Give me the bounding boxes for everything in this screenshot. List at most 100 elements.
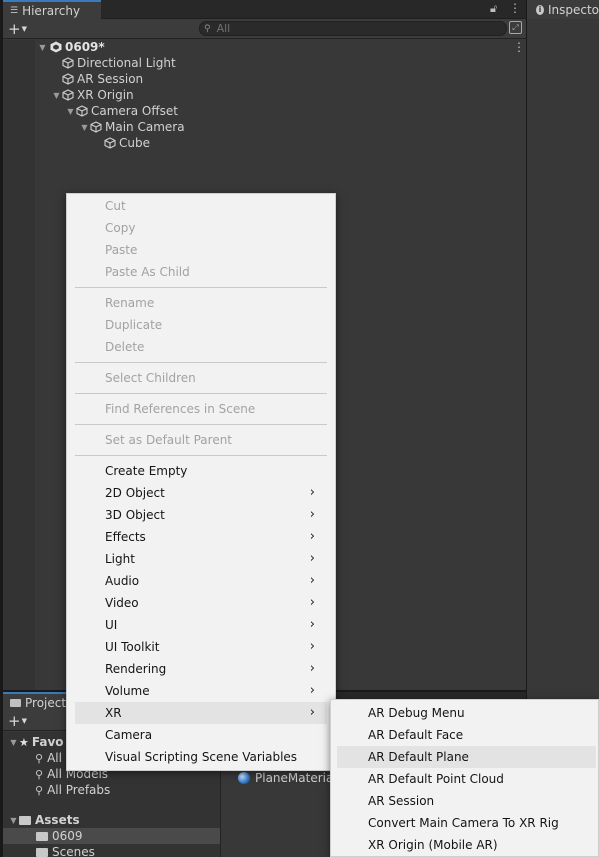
hierarchy-item[interactable]: Cube: [104, 135, 150, 151]
more-options-icon[interactable]: ⋮: [509, 1, 521, 15]
foldout-expanded-icon[interactable]: ▼: [51, 91, 62, 100]
cube-icon: [62, 73, 74, 85]
tab-project[interactable]: Project: [3, 692, 73, 711]
menu-item-create-empty[interactable]: Create Empty: [75, 460, 327, 482]
submenu-item-label: Convert Main Camera To XR Rig: [368, 816, 559, 830]
menu-item-paste-as-child[interactable]: Paste As Child: [75, 261, 327, 283]
menu-item-camera[interactable]: Camera: [75, 724, 327, 746]
info-icon: i: [536, 4, 544, 15]
favorites-label: Favo: [31, 735, 64, 749]
menu-item-label: Set as Default Parent: [105, 433, 233, 447]
scene-row[interactable]: ▼ 0609*: [37, 39, 104, 55]
menu-item-set-as-default-parent[interactable]: Set as Default Parent: [75, 429, 327, 451]
asset-item[interactable]: PlaneMateria: [238, 770, 333, 786]
submenu-item-ar-default-point-cloud[interactable]: AR Default Point Cloud: [337, 768, 596, 790]
material-icon: [238, 772, 250, 784]
scene-visibility-icon[interactable]: ⤢: [509, 21, 522, 34]
submenu-item-ar-default-face[interactable]: AR Default Face: [337, 724, 596, 746]
submenu-item-label: AR Default Face: [368, 728, 464, 742]
hierarchy-item-label: XR Origin: [77, 88, 134, 102]
dropdown-arrow-icon: ▼: [21, 717, 27, 725]
menu-item-label: Duplicate: [105, 318, 163, 332]
favorite-item[interactable]: ⚲ All Prefabs: [35, 782, 110, 798]
foldout-expanded-icon[interactable]: ▼: [8, 738, 19, 747]
hierarchy-item[interactable]: AR Session: [62, 71, 143, 87]
submenu-item-convert-main-camera-to-xr-rig[interactable]: Convert Main Camera To XR Rig: [337, 812, 596, 834]
foldout-expanded-icon[interactable]: ▼: [79, 123, 90, 132]
menu-item-visual-scripting-scene-variables[interactable]: Visual Scripting Scene Variables: [75, 746, 327, 768]
asset-folder-label: 0609: [52, 829, 83, 843]
tab-inspector-label: Inspecto: [547, 2, 599, 17]
favorites-row[interactable]: ▼ ★ Favo: [8, 734, 64, 750]
menu-item-ui[interactable]: UI ›: [75, 614, 327, 636]
submenu-item-label: AR Debug Menu: [368, 706, 465, 720]
lock-icon[interactable]: 🔓︎: [490, 2, 497, 16]
menu-item-3d-object[interactable]: 3D Object ›: [75, 504, 327, 526]
menu-item-2d-object[interactable]: 2D Object ›: [75, 482, 327, 504]
hierarchy-search-input[interactable]: ⚲ All: [199, 21, 507, 36]
menu-item-ui-toolkit[interactable]: UI Toolkit ›: [75, 636, 327, 658]
menu-item-cut[interactable]: Cut: [75, 195, 327, 217]
submenu-item-ar-debug-menu[interactable]: AR Debug Menu: [337, 702, 596, 724]
menu-separator: [75, 287, 327, 288]
menu-item-video[interactable]: Video ›: [75, 592, 327, 614]
tab-inspector[interactable]: i Inspecto: [527, 0, 599, 19]
submenu-item-ar-default-plane[interactable]: AR Default Plane: [337, 746, 596, 768]
assets-row[interactable]: ▼ Assets: [8, 812, 79, 828]
menu-item-rename[interactable]: Rename: [75, 292, 327, 314]
favorite-item[interactable]: ⚲ All: [35, 750, 62, 766]
menu-item-select-children[interactable]: Select Children: [75, 367, 327, 389]
favorite-item-label: All Prefabs: [47, 783, 111, 797]
tab-hierarchy-label: Hierarchy: [22, 3, 81, 18]
project-create-button[interactable]: +▼: [8, 712, 27, 730]
menu-item-label: Visual Scripting Scene Variables: [105, 750, 298, 764]
menu-item-label: Camera: [105, 728, 153, 742]
hierarchy-item[interactable]: ▼ Main Camera: [79, 119, 184, 135]
menu-item-label: 3D Object: [105, 508, 165, 522]
foldout-expanded-icon[interactable]: ▼: [8, 816, 19, 825]
hierarchy-item[interactable]: ▼ XR Origin: [51, 87, 134, 103]
folder-icon: [36, 847, 48, 857]
folder-icon: [36, 831, 48, 841]
hierarchy-tab-bar: ☰ Hierarchy 🔓︎ ⋮: [3, 0, 526, 19]
chevron-right-icon: ›: [309, 507, 315, 522]
menu-item-label: UI Toolkit: [105, 640, 160, 654]
menu-item-delete[interactable]: Delete: [75, 336, 327, 358]
hierarchy-item-label: Cube: [119, 136, 150, 150]
cube-icon: [104, 137, 116, 149]
menu-item-light[interactable]: Light ›: [75, 548, 327, 570]
chevron-right-icon: ›: [309, 485, 315, 500]
menu-item-label: Rendering: [105, 662, 167, 676]
menu-item-copy[interactable]: Copy: [75, 217, 327, 239]
menu-separator: [75, 362, 327, 363]
foldout-expanded-icon[interactable]: ▼: [37, 43, 48, 52]
asset-folder[interactable]: Scenes: [36, 844, 95, 857]
submenu-item-ar-session[interactable]: AR Session: [337, 790, 596, 812]
search-icon: ⚲: [204, 23, 211, 34]
foldout-expanded-icon[interactable]: ▼: [65, 107, 76, 116]
scene-more-icon[interactable]: ⋮: [513, 40, 525, 54]
asset-folder-selected[interactable]: 0609: [3, 828, 220, 844]
menu-item-effects[interactable]: Effects ›: [75, 526, 327, 548]
menu-item-audio[interactable]: Audio ›: [75, 570, 327, 592]
asset-folder-label: Scenes: [52, 845, 95, 857]
create-button[interactable]: +▼: [8, 20, 27, 38]
menu-item-volume[interactable]: Volume ›: [75, 680, 327, 702]
menu-item-rendering[interactable]: Rendering ›: [75, 658, 327, 680]
chevron-right-icon: ›: [309, 617, 315, 632]
hierarchy-item[interactable]: Directional Light: [62, 55, 176, 71]
submenu-item-xr-origin-mobile-ar[interactable]: XR Origin (Mobile AR): [337, 834, 596, 856]
hierarchy-item[interactable]: ▼ Camera Offset: [65, 103, 178, 119]
tab-hierarchy[interactable]: ☰ Hierarchy: [3, 0, 101, 19]
search-icon: ⚲: [35, 783, 44, 797]
menu-item-paste[interactable]: Paste: [75, 239, 327, 261]
menu-item-find-references-in-scene[interactable]: Find References in Scene: [75, 398, 327, 420]
menu-separator: [75, 393, 327, 394]
tab-project-label: Project: [25, 695, 67, 710]
chevron-right-icon: ›: [309, 529, 315, 544]
menu-item-xr[interactable]: XR ›: [75, 702, 327, 724]
cube-icon: [76, 105, 88, 117]
star-icon: ★: [19, 735, 29, 749]
menu-item-duplicate[interactable]: Duplicate: [75, 314, 327, 336]
hierarchy-toolbar: +▼ ⚲ All ⤢: [3, 19, 526, 39]
